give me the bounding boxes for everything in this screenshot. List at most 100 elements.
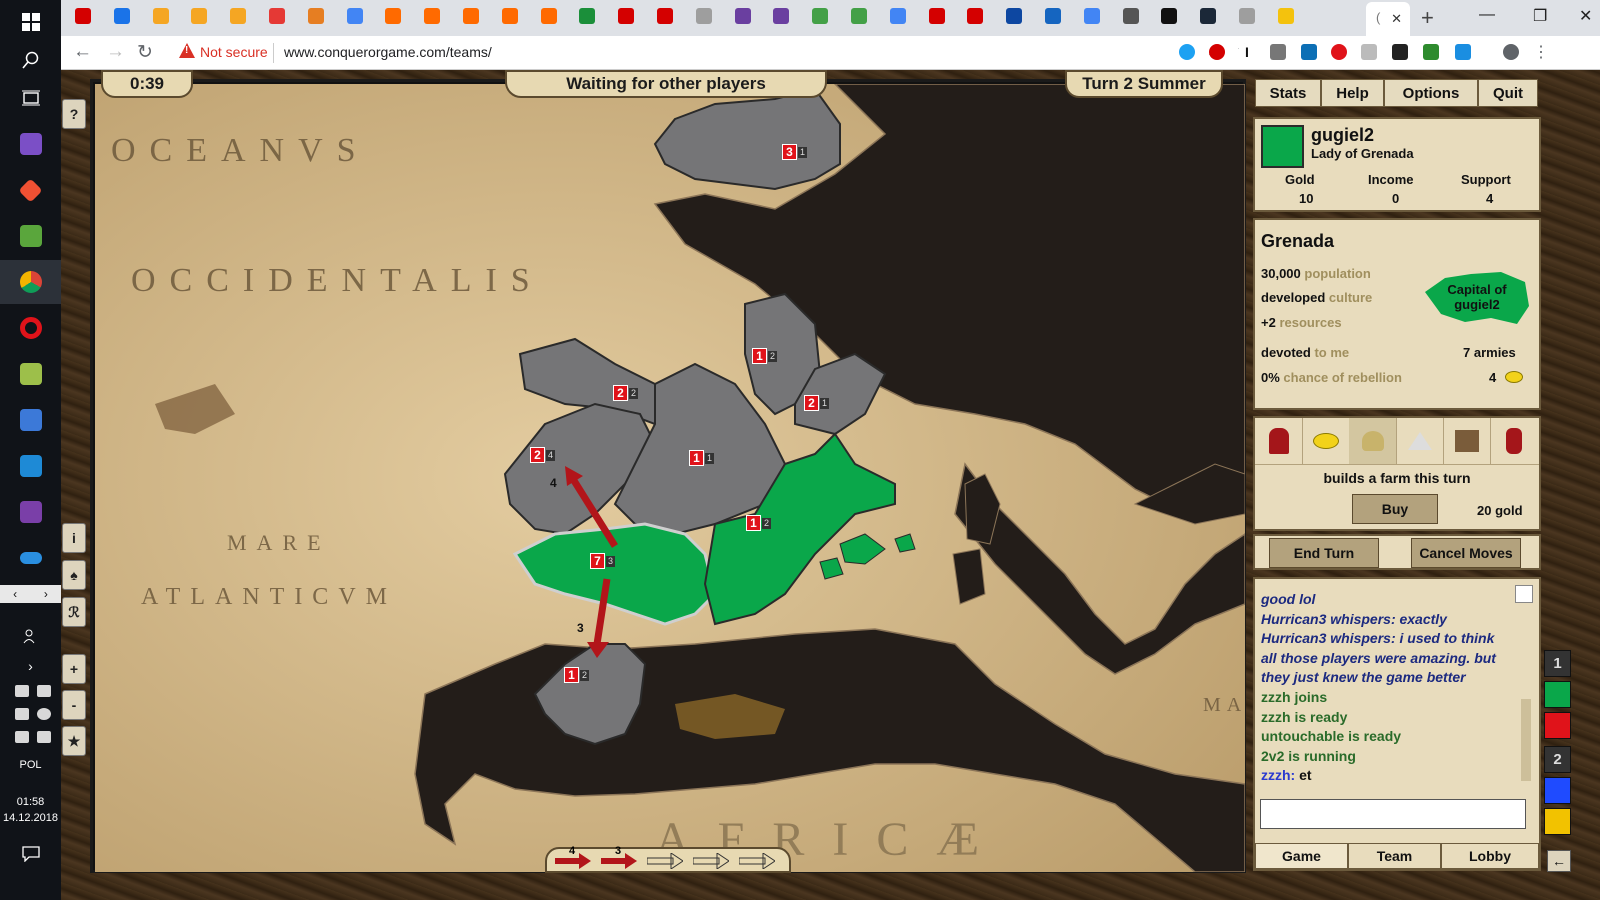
skype-extension-icon[interactable] <box>1301 44 1317 60</box>
scroll-left-icon[interactable]: ← <box>1547 850 1571 872</box>
army-counter[interactable]: 22 <box>613 385 639 401</box>
browser-tab-favicon-icon[interactable] <box>346 8 363 24</box>
notifications-icon[interactable] <box>0 832 61 876</box>
browser-tab-favicon-icon[interactable] <box>967 8 984 24</box>
empty-move-slot-icon[interactable] <box>692 852 730 874</box>
bookmark-extension-icon[interactable] <box>1455 44 1471 60</box>
army-counter[interactable]: 12 <box>746 515 772 531</box>
tab-game[interactable]: Game <box>1255 843 1348 869</box>
browser-tab-favicon-icon[interactable] <box>385 8 402 24</box>
queued-move-arrow[interactable]: 4 <box>555 845 591 874</box>
profile-avatar-icon[interactable] <box>1503 44 1519 60</box>
browser-tab-favicon-icon[interactable] <box>269 8 285 24</box>
chrome-icon[interactable] <box>0 260 61 304</box>
taskbar-scroller[interactable]: ‹ › <box>0 585 61 603</box>
army-counter[interactable]: 12 <box>564 667 590 683</box>
spade-button[interactable]: ♠ <box>62 560 86 590</box>
browser-tab-favicon-icon[interactable] <box>773 8 790 24</box>
opera-icon[interactable] <box>0 306 61 350</box>
team-swatch[interactable] <box>1544 712 1571 739</box>
recruit-soldier-icon[interactable] <box>1255 418 1303 464</box>
army-counter[interactable]: 21 <box>804 395 830 411</box>
visual-studio-icon[interactable] <box>0 122 61 166</box>
browser-tab-favicon-icon[interactable] <box>889 8 906 24</box>
browser-tab-favicon-icon[interactable] <box>812 8 829 24</box>
chat-input[interactable] <box>1260 799 1526 829</box>
browser-tab-favicon-icon[interactable] <box>75 8 91 24</box>
team-swatch[interactable] <box>1544 808 1571 835</box>
adblock-extension-icon[interactable] <box>1209 44 1225 60</box>
reload-icon[interactable]: ↻ <box>137 41 153 64</box>
maximize-icon[interactable]: ❐ <box>1533 6 1547 26</box>
browser-tab-favicon-icon[interactable] <box>579 8 596 24</box>
back-icon[interactable]: ← <box>73 41 92 63</box>
buy-button[interactable]: Buy <box>1352 494 1438 524</box>
minimize-icon[interactable]: — <box>1479 6 1495 24</box>
browser-tab-favicon-icon[interactable] <box>695 8 712 24</box>
r-button[interactable]: ℛ <box>62 597 86 627</box>
browser-tab-favicon-icon[interactable] <box>540 8 557 24</box>
knight-icon[interactable] <box>1490 418 1538 464</box>
clock-date[interactable]: 14.12.2018 <box>0 811 61 825</box>
browser-tab-favicon-icon[interactable] <box>657 8 673 24</box>
cloud-sync-icon[interactable] <box>37 685 51 697</box>
tab-quit[interactable]: Quit <box>1478 79 1538 107</box>
empty-move-slot-icon[interactable] <box>738 852 776 874</box>
army-counter[interactable]: 24 <box>530 447 556 463</box>
browser-tab-favicon-icon[interactable] <box>1161 8 1178 24</box>
vscode-icon[interactable] <box>0 444 61 488</box>
close-window-icon[interactable]: ✕ <box>1579 6 1592 26</box>
queued-move-arrow[interactable]: 3 <box>601 845 637 874</box>
flag-icon[interactable] <box>1396 418 1444 464</box>
info-button[interactable]: i <box>62 523 86 553</box>
dropbox-icon[interactable] <box>15 708 29 720</box>
browser-tab-favicon-icon[interactable] <box>1006 8 1023 24</box>
game-map[interactable]: OCEANVS OCCIDENTALIS MARE ATLANTICVM AFR… <box>95 84 1245 872</box>
tab-options[interactable]: Options <box>1384 79 1478 107</box>
browser-tab-favicon-icon[interactable] <box>191 8 208 24</box>
close-tab-icon[interactable]: ✕ <box>1391 11 1402 27</box>
zoom-in-button[interactable]: + <box>62 654 86 684</box>
notepad-icon[interactable] <box>0 214 61 258</box>
end-turn-button[interactable]: End Turn <box>1269 538 1379 568</box>
browser-tab-favicon-icon[interactable] <box>152 8 169 24</box>
new-tab-icon[interactable]: + <box>1421 5 1434 31</box>
army-counter[interactable]: 12 <box>752 348 778 364</box>
cancel-moves-button[interactable]: Cancel Moves <box>1411 538 1521 568</box>
git-icon[interactable] <box>0 168 61 212</box>
volume-icon[interactable] <box>37 731 51 743</box>
army-counter[interactable]: 31 <box>782 144 808 160</box>
chrome-tray-icon[interactable] <box>37 708 51 720</box>
clock-time[interactable]: 01:58 <box>0 795 61 809</box>
chevron-up-icon[interactable]: › <box>0 644 61 688</box>
twitter-extension-icon[interactable] <box>1179 44 1195 60</box>
save-icon[interactable] <box>0 398 61 442</box>
address-bar[interactable]: ! Not secure www.conquerorgame.com/teams… <box>169 40 1252 66</box>
team-swatch[interactable]: 2 <box>1544 746 1571 773</box>
favorite-star-button[interactable]: ★ <box>62 726 86 756</box>
browser-tab-favicon-icon[interactable] <box>618 8 635 24</box>
security-label[interactable]: Not secure <box>200 44 268 60</box>
screenshot-extension-icon[interactable] <box>1270 44 1286 60</box>
zoom-out-button[interactable]: - <box>62 690 86 720</box>
tab-team[interactable]: Team <box>1348 843 1441 869</box>
gold-coins-icon[interactable] <box>1302 418 1350 464</box>
browser-tab-favicon-icon[interactable] <box>1277 8 1294 24</box>
browser-tab-favicon-icon[interactable] <box>1239 8 1255 24</box>
tab-lobby[interactable]: Lobby <box>1441 843 1539 869</box>
browser-tab-favicon-icon[interactable] <box>230 8 247 24</box>
browser-tab-favicon-icon[interactable] <box>424 8 441 24</box>
url-text[interactable]: www.conquerorgame.com/teams/ <box>284 44 492 60</box>
chat-scrollbar[interactable] <box>1521 699 1531 781</box>
imacros-extension-icon[interactable]: I <box>1239 44 1255 60</box>
task-view-icon[interactable] <box>0 76 61 120</box>
team-swatch[interactable] <box>1544 777 1571 804</box>
menu-kebab-icon[interactable]: ⋮ <box>1533 42 1549 62</box>
terminal-extension-icon[interactable] <box>1392 44 1408 60</box>
browser-tab-favicon-icon[interactable] <box>1083 8 1100 24</box>
farm-icon[interactable] <box>1349 418 1397 464</box>
wifi-icon[interactable] <box>15 685 29 697</box>
stop-extension-icon[interactable] <box>1331 44 1347 60</box>
browser-tab-favicon-icon[interactable] <box>501 8 518 24</box>
browser-tab-favicon-icon[interactable] <box>1045 8 1061 24</box>
